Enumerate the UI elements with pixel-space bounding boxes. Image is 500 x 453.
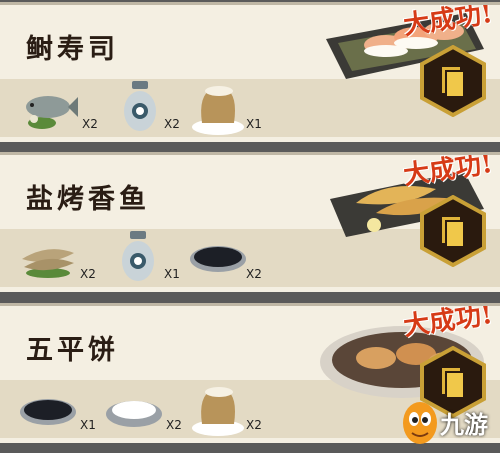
salt-jar-icon (122, 231, 154, 281)
ingredient-qty: X2 (80, 267, 96, 281)
ingredient-qty: X2 (246, 418, 262, 432)
recipe-card-1: 大成功! 鲥寿司 X2 X2 X1 (0, 2, 500, 142)
jiuyou-logo: 九游 (400, 395, 498, 451)
ingredient-qty: X1 (246, 117, 262, 131)
mascot-icon (403, 402, 437, 444)
recipe-book-button[interactable] (418, 195, 488, 267)
fish-icon (26, 96, 78, 129)
ingredient-qty: X2 (164, 117, 180, 131)
rice-sack-icon (192, 86, 244, 135)
salt-jar-icon (124, 81, 156, 131)
seaweed-bowl-icon (20, 399, 76, 425)
rice-sack-icon (192, 387, 244, 436)
watermark-brand: 九游 (440, 411, 488, 439)
seaweed-bowl-icon (190, 246, 246, 272)
recipe-book-button[interactable] (418, 45, 488, 117)
ingredient-qty: X2 (246, 267, 262, 281)
ingredient-qty: X1 (80, 418, 96, 432)
ingredient-qty: X1 (164, 267, 180, 281)
recipe-title: 鲥寿司 (26, 34, 119, 65)
ingredient-qty: X2 (166, 418, 182, 432)
flour-plate-icon (106, 401, 162, 427)
recipe-title: 五平饼 (26, 335, 119, 366)
sweetfish-icon (22, 249, 74, 278)
recipe-title: 盐烤香鱼 (26, 184, 150, 215)
ingredient-qty: X2 (82, 117, 98, 131)
recipe-card-2: 大成功! 盐烤香鱼 X2 X1 X2 (0, 152, 500, 292)
